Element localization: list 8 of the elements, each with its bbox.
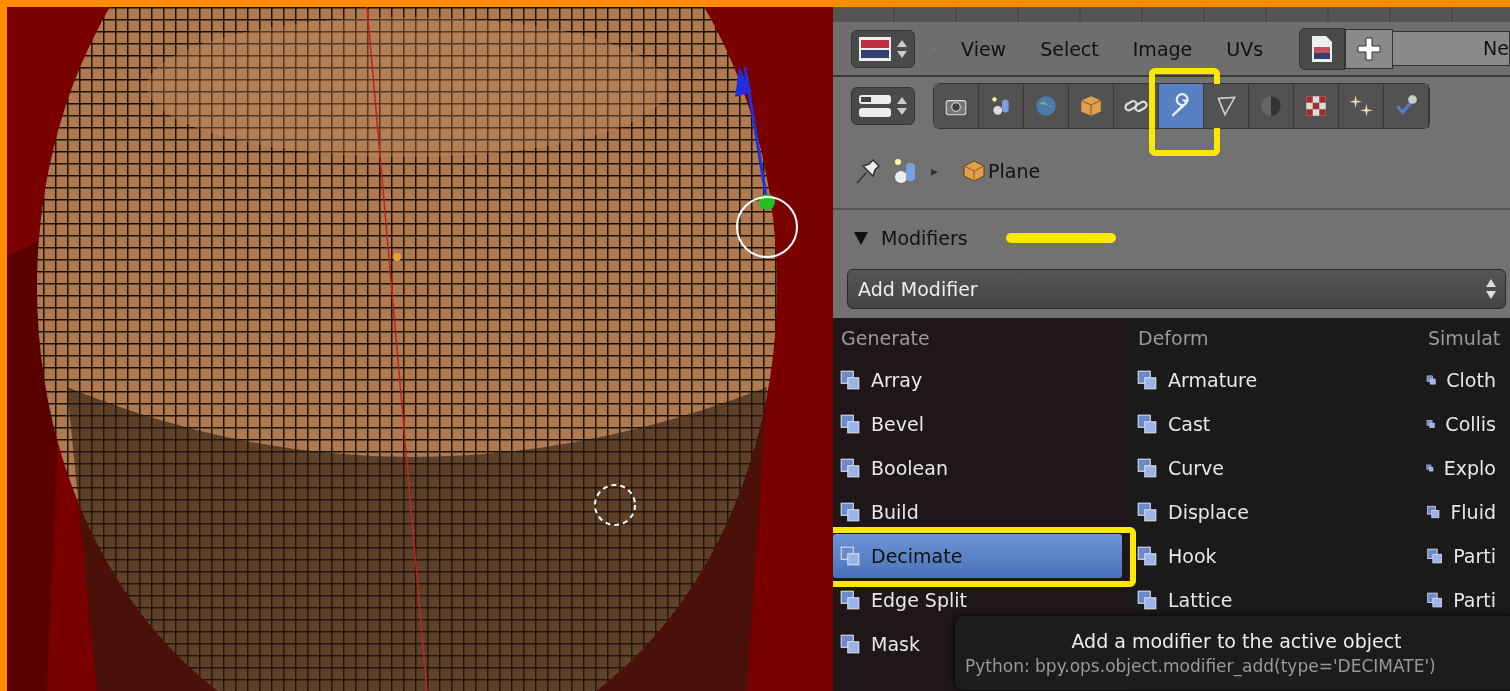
menu-column-title: Generate	[840, 326, 931, 351]
breadcrumb-object: Plane	[962, 159, 1041, 183]
panel-title: Modifiers	[881, 227, 968, 249]
breadcrumb-separator: ▸	[931, 163, 939, 179]
tooltip-python: Python: bpy.ops.object.modifier_add(type='DECIMATE')	[964, 656, 1436, 676]
menu-column-title: Simulat	[1427, 326, 1502, 351]
tooltip-text: Add a modifier to the active object	[1071, 630, 1402, 652]
menu-column-title: Deform	[1137, 326, 1210, 351]
